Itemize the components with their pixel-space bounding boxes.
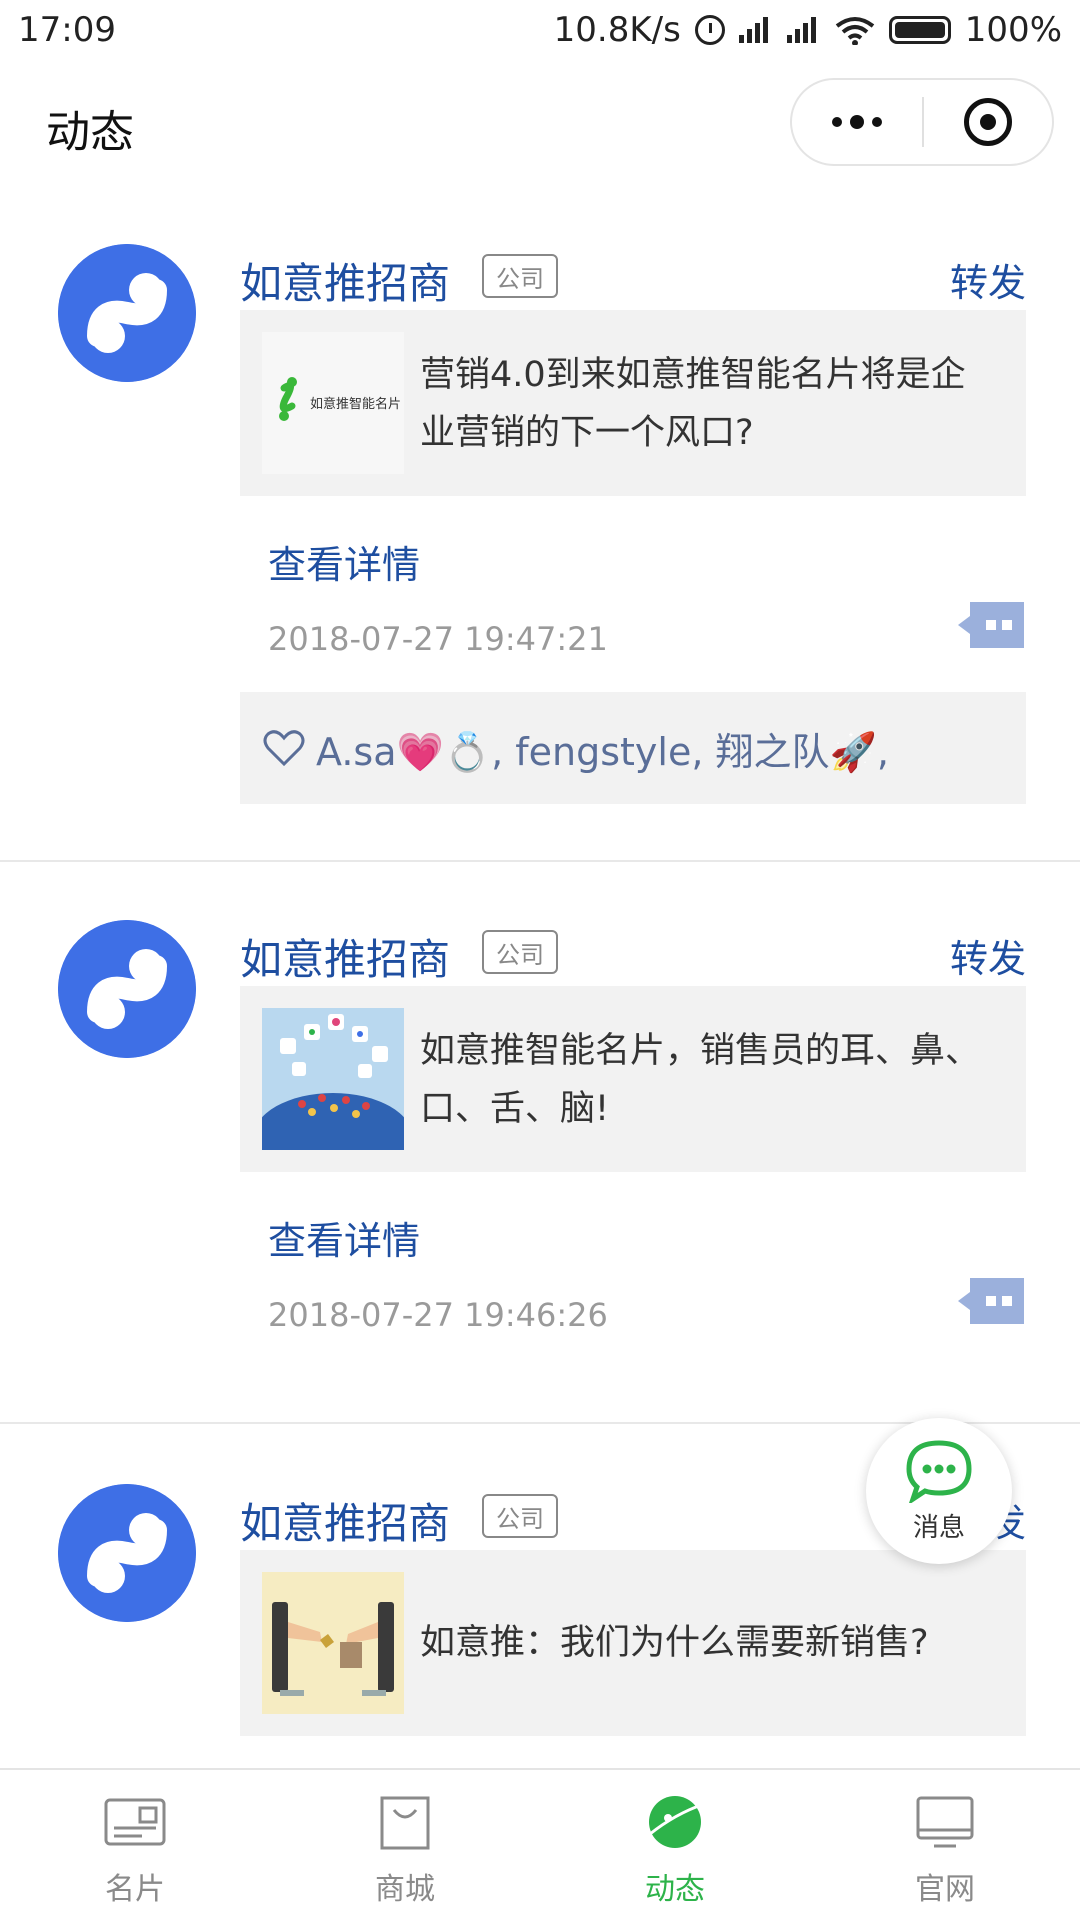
author-name[interactable]: 如意推招商 xyxy=(240,926,450,987)
thumb-brand-text: 如意推智能名片 xyxy=(310,396,401,412)
alarm-icon xyxy=(694,15,725,45)
status-time: 17:09 xyxy=(18,10,116,50)
message-label: 消息 xyxy=(912,1512,965,1543)
message-float-button[interactable]: 消息 xyxy=(866,1418,1012,1564)
heart-icon xyxy=(263,730,305,767)
tab-moments[interactable]: 动态 xyxy=(540,1770,810,1920)
company-tag: 公司 xyxy=(482,254,558,298)
capsule-menu xyxy=(790,78,1054,166)
avatar-logo-icon xyxy=(58,244,196,382)
likes-bar: A.sa💗💍, fengstyle, 翔之队🚀, xyxy=(240,692,1026,804)
article-card[interactable]: 如意推智能名片，销售员的耳、鼻、口、舌、脑! xyxy=(240,986,1026,1172)
author-name[interactable]: 如意推招商 xyxy=(240,250,450,311)
article-thumbnail xyxy=(262,1572,404,1714)
post-timestamp: 2018-07-27 19:47:21 xyxy=(268,620,608,658)
comment-icon[interactable] xyxy=(958,602,1024,648)
article-thumbnail xyxy=(262,1008,404,1150)
article-title: 如意推智能名片，销售员的耳、鼻、口、舌、脑! xyxy=(420,1031,981,1129)
tab-label: 动态 xyxy=(645,1872,705,1907)
company-tag: 公司 xyxy=(482,1494,558,1538)
more-button[interactable] xyxy=(792,80,922,164)
article-card[interactable]: 如意推：我们为什么需要新销售? xyxy=(240,1550,1026,1736)
tab-label: 官网 xyxy=(915,1872,975,1907)
status-indicators: 10.8K/s 100% xyxy=(554,10,1062,50)
more-dots-icon xyxy=(872,117,882,127)
post-divider xyxy=(0,860,1080,862)
bag-icon xyxy=(380,1796,430,1850)
close-miniprogram-button[interactable] xyxy=(924,80,1052,164)
signal-icon xyxy=(738,17,773,43)
target-icon xyxy=(964,98,1012,146)
avatar[interactable] xyxy=(58,244,196,382)
likes-names[interactable]: A.sa💗💍, fengstyle, 翔之队🚀, xyxy=(316,721,889,776)
avatar[interactable] xyxy=(58,920,196,1058)
more-dots-icon xyxy=(850,115,864,129)
forward-button[interactable]: 转发 xyxy=(950,928,1026,983)
card-icon xyxy=(104,1798,166,1846)
signal-icon xyxy=(786,17,821,43)
view-details-link[interactable]: 查看详情 xyxy=(268,1210,420,1265)
author-name[interactable]: 如意推招商 xyxy=(240,1490,450,1551)
comment-icon[interactable] xyxy=(958,1278,1024,1324)
status-bar: 17:09 10.8K/s 100% xyxy=(0,0,1080,60)
battery-level: 100% xyxy=(964,10,1062,50)
avatar-logo-icon xyxy=(58,1484,196,1622)
page-title: 动态 xyxy=(46,107,134,158)
article-title: 营销4.0到来如意推智能名片将是企业营销的下一个风口? xyxy=(420,355,966,453)
nav-bar: 动态 xyxy=(0,60,1080,184)
tab-label: 名片 xyxy=(105,1872,165,1907)
tab-bar: 名片 商城 动态 官网 xyxy=(0,1768,1080,1920)
tab-mall[interactable]: 商城 xyxy=(270,1770,540,1920)
tab-label: 商城 xyxy=(375,1872,435,1907)
post-timestamp: 2018-07-27 19:46:26 xyxy=(268,1296,608,1334)
wifi-icon xyxy=(835,15,875,45)
tab-card[interactable]: 名片 xyxy=(0,1770,270,1920)
planet-icon xyxy=(649,1796,705,1848)
tab-website[interactable]: 官网 xyxy=(810,1770,1080,1920)
monitor-icon xyxy=(916,1796,974,1848)
forward-button[interactable]: 转发 xyxy=(950,252,1026,307)
view-details-link[interactable]: 查看详情 xyxy=(268,534,420,589)
chat-bubble-icon xyxy=(906,1439,972,1503)
company-tag: 公司 xyxy=(482,930,558,974)
article-thumbnail: 如意推智能名片 xyxy=(262,332,404,474)
article-card[interactable]: 如意推智能名片 营销4.0到来如意推智能名片将是企业营销的下一个风口? xyxy=(240,310,1026,496)
more-dots-icon xyxy=(832,117,842,127)
avatar-logo-icon xyxy=(58,920,196,1058)
article-title: 如意推：我们为什么需要新销售? xyxy=(420,1623,929,1663)
avatar[interactable] xyxy=(58,1484,196,1622)
battery-icon xyxy=(888,16,951,44)
network-speed: 10.8K/s xyxy=(553,10,681,50)
